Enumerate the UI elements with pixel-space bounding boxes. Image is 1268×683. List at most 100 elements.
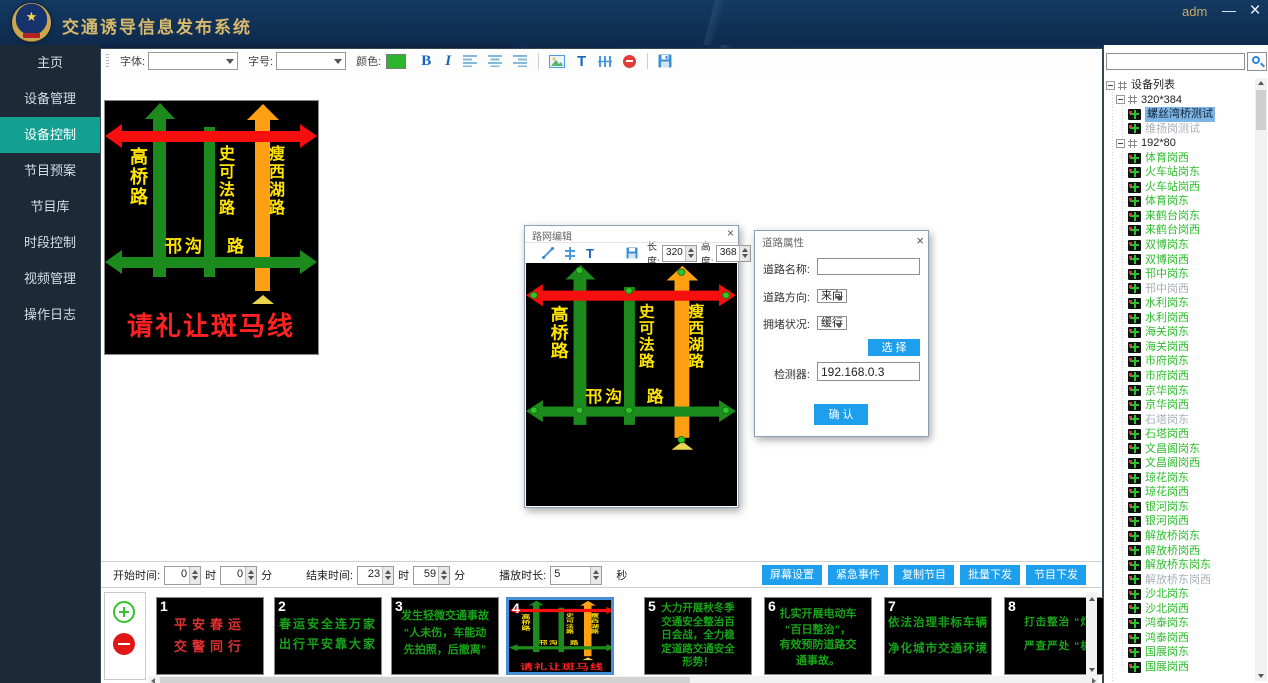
scroll-right-icon[interactable] bbox=[1089, 676, 1098, 683]
roadprops-dialog-titlebar[interactable]: 道路属性 × bbox=[755, 231, 928, 249]
device-search-input[interactable] bbox=[1106, 53, 1245, 70]
sidebar-item-0[interactable]: 主页 bbox=[0, 45, 100, 81]
tree-item-邗中岗西[interactable]: 邗中岗西 bbox=[1106, 282, 1255, 297]
scroll-up-icon[interactable] bbox=[1087, 594, 1096, 603]
tree-item-解放桥东岗东[interactable]: 解放桥东岗东 bbox=[1106, 558, 1255, 573]
tree-item-市府岗西[interactable]: 市府岗西 bbox=[1106, 369, 1255, 384]
tree-item-国展岗西[interactable]: 国展岗西 bbox=[1106, 660, 1255, 675]
tree-item-京华岗西[interactable]: 京华岗西 bbox=[1106, 398, 1255, 413]
text-tool-button[interactable]: T bbox=[577, 53, 586, 70]
tree-item-螺丝湾桥测试[interactable]: 螺丝湾桥测试 bbox=[1106, 107, 1255, 122]
font-select[interactable] bbox=[148, 52, 238, 70]
scroll-left-icon[interactable] bbox=[148, 676, 157, 683]
edit-handle[interactable] bbox=[625, 287, 633, 294]
edit-handle[interactable] bbox=[576, 407, 584, 414]
tree-item-银河岗东[interactable]: 银河岗东 bbox=[1106, 500, 1255, 515]
edit-handle[interactable] bbox=[530, 407, 538, 414]
scrollbar-thumb[interactable] bbox=[160, 677, 690, 683]
bold-button[interactable]: B bbox=[421, 53, 431, 70]
detector-input[interactable] bbox=[817, 362, 920, 381]
tree-scrollbar[interactable] bbox=[1255, 78, 1267, 681]
align-left-icon[interactable] bbox=[463, 55, 478, 67]
height-spinner[interactable]: 368 bbox=[716, 245, 751, 262]
tree-item-解放桥岗西[interactable]: 解放桥岗西 bbox=[1106, 544, 1255, 559]
end-minute-spinner[interactable]: 59 bbox=[413, 566, 450, 585]
spinner-buttons[interactable] bbox=[245, 567, 256, 584]
spinner-buttons[interactable] bbox=[685, 246, 696, 261]
thumbnail-3[interactable]: 发生轻微交通事故“人未伤，车能动先拍照，后撤离”3 bbox=[391, 597, 499, 675]
tree-item-文昌阁岗东[interactable]: 文昌阁岗东 bbox=[1106, 442, 1255, 457]
thumbnail-1[interactable]: 平安春运交警同行1 bbox=[156, 597, 264, 675]
save-icon[interactable] bbox=[658, 54, 672, 68]
tree-item-文昌阁岗西[interactable]: 文昌阁岗西 bbox=[1106, 456, 1255, 471]
sidebar-item-6[interactable]: 视频管理 bbox=[0, 261, 100, 297]
sidebar-item-2[interactable]: 设备控制 bbox=[0, 117, 100, 153]
horizontal-scrollbar[interactable] bbox=[148, 676, 1098, 683]
start-minute-spinner[interactable]: 0 bbox=[220, 566, 257, 585]
tree-group-192*80[interactable]: 192*80 bbox=[1106, 136, 1255, 151]
layout-icon[interactable] bbox=[598, 55, 612, 68]
vertical-scrollbar[interactable] bbox=[1086, 592, 1097, 676]
tree-item-沙北岗西[interactable]: 沙北岗西 bbox=[1106, 602, 1255, 617]
tree-item-火车站岗东[interactable]: 火车站岗东 bbox=[1106, 165, 1255, 180]
spinner-buttons[interactable] bbox=[590, 567, 601, 584]
sidebar-item-3[interactable]: 节目预案 bbox=[0, 153, 100, 189]
tree-item-体育岗东[interactable]: 体育岗东 bbox=[1106, 194, 1255, 209]
length-spinner[interactable]: 320 bbox=[662, 245, 697, 262]
spinner-up-icon[interactable] bbox=[593, 570, 599, 574]
tree-item-国展岗东[interactable]: 国展岗东 bbox=[1106, 645, 1255, 660]
spinner-up-icon[interactable] bbox=[441, 570, 447, 574]
expand-icon[interactable] bbox=[1106, 81, 1115, 90]
thumbnail-2[interactable]: 春运安全连万家出行平安靠大家2 bbox=[274, 597, 382, 675]
batch-send-button[interactable]: 批量下发 bbox=[960, 565, 1020, 585]
align-center-icon[interactable] bbox=[488, 55, 503, 67]
roadnet-close-icon[interactable]: × bbox=[727, 226, 734, 241]
spinner-up-icon[interactable] bbox=[688, 248, 694, 252]
tree-item-体育岗西[interactable]: 体育岗西 bbox=[1106, 151, 1255, 166]
spinner-buttons[interactable] bbox=[382, 567, 393, 584]
thumbnail-5[interactable]: 大力开展秋冬季交通安全整治百日会战，全力稳定道路交通安全形势！5 bbox=[644, 597, 752, 675]
tree-item-双博岗西[interactable]: 双博岗西 bbox=[1106, 253, 1255, 268]
copy-program-button[interactable]: 复制节目 bbox=[894, 565, 954, 585]
tree-group-320*384[interactable]: 320*384 bbox=[1106, 93, 1255, 108]
tree-root[interactable]: 设备列表 bbox=[1106, 78, 1255, 93]
tree-item-鸿泰岗东[interactable]: 鸿泰岗东 bbox=[1106, 616, 1255, 631]
edit-handle[interactable] bbox=[625, 407, 633, 414]
tree-item-京华岗东[interactable]: 京华岗东 bbox=[1106, 383, 1255, 398]
edit-handle[interactable] bbox=[677, 436, 685, 443]
sidebar-item-5[interactable]: 时段控制 bbox=[0, 225, 100, 261]
emergency-event-button[interactable]: 紧急事件 bbox=[828, 565, 888, 585]
confirm-button[interactable]: 确 认 bbox=[814, 404, 868, 425]
spinner-up-icon[interactable] bbox=[192, 570, 198, 574]
scroll-down-icon[interactable] bbox=[1087, 665, 1096, 674]
spinner-up-icon[interactable] bbox=[742, 248, 748, 252]
height-value[interactable]: 368 bbox=[717, 246, 739, 261]
duration-spinner[interactable]: 5 bbox=[550, 566, 602, 585]
search-button[interactable] bbox=[1247, 52, 1267, 71]
tree-item-维扬岗测试[interactable]: 维扬岗测试 bbox=[1106, 122, 1255, 137]
tree-item-海关岗西[interactable]: 海关岗西 bbox=[1106, 340, 1255, 355]
sign-preview[interactable]: 高桥路 史可法路 瘦西湖路 邗沟 路 请礼让斑马线 bbox=[104, 100, 319, 355]
close-icon[interactable]: × bbox=[1244, 0, 1266, 22]
start-minute-value[interactable]: 0 bbox=[221, 567, 245, 584]
scroll-down-icon[interactable] bbox=[1255, 671, 1267, 681]
edit-handle[interactable] bbox=[530, 292, 538, 299]
tree-item-解放桥东岗西[interactable]: 解放桥东岗西 bbox=[1106, 573, 1255, 588]
text-tool-icon[interactable]: T bbox=[586, 246, 594, 261]
tree-item-银河岗西[interactable]: 银河岗西 bbox=[1106, 514, 1255, 529]
scrollbar-thumb[interactable] bbox=[1256, 90, 1266, 130]
expand-icon[interactable] bbox=[1116, 139, 1125, 148]
tree-item-来鹤台岗西[interactable]: 来鹤台岗西 bbox=[1106, 223, 1255, 238]
spinner-buttons[interactable] bbox=[739, 246, 750, 261]
edit-handle[interactable] bbox=[722, 292, 730, 299]
thumbnail-7[interactable]: 依法治理非标车辆净化城市交通环境7 bbox=[884, 597, 992, 675]
roadnet-canvas[interactable]: 高桥路 史可法路 瘦西湖路 邗沟 路 请礼让斑马线 bbox=[526, 263, 737, 506]
italic-button[interactable]: I bbox=[445, 53, 451, 70]
forbid-icon[interactable] bbox=[623, 55, 636, 68]
tree-item-来鹤台岗东[interactable]: 来鹤台岗东 bbox=[1106, 209, 1255, 224]
roadnet-dialog-titlebar[interactable]: 路网编辑 × bbox=[525, 226, 738, 243]
sidebar-item-7[interactable]: 操作日志 bbox=[0, 297, 100, 333]
duration-value[interactable]: 5 bbox=[551, 567, 590, 584]
spinner-down-icon[interactable] bbox=[385, 576, 391, 580]
tree-item-邗中岗东[interactable]: 邗中岗东 bbox=[1106, 267, 1255, 282]
